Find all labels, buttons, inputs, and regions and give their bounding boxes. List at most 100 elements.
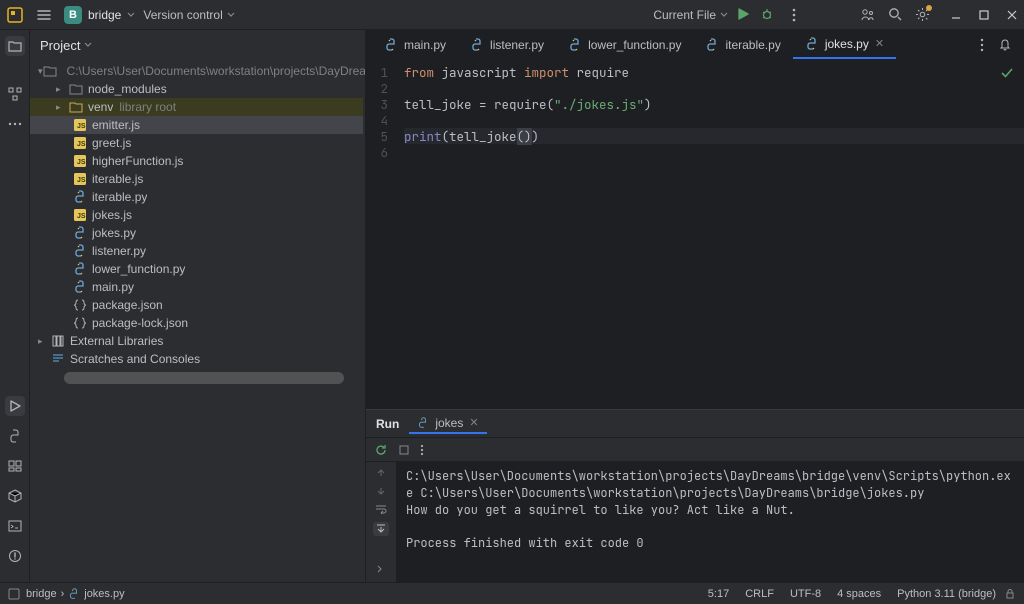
more-tool-icon[interactable] [5, 114, 25, 134]
tree-file[interactable]: main.py [30, 278, 363, 296]
python-file-icon [805, 37, 819, 51]
tree-file[interactable]: JSemitter.js [30, 116, 363, 134]
run-icon[interactable] [736, 7, 752, 23]
python-packages-tool-icon[interactable] [5, 486, 25, 506]
more-icon[interactable] [792, 8, 796, 22]
project-panel-header[interactable]: Project [30, 30, 365, 60]
close-tab-icon[interactable]: ✕ [469, 416, 478, 429]
editor-tab[interactable]: main.py [372, 30, 458, 59]
folder-icon [43, 63, 57, 79]
tree-file[interactable]: package-lock.json [30, 314, 363, 332]
run-panel: Run jokes ✕ [366, 409, 1024, 582]
search-icon[interactable] [888, 7, 903, 22]
project-tree[interactable]: ▾ bridge C:\Users\User\Documents\worksta… [30, 60, 365, 582]
more-run-icon[interactable] [420, 444, 424, 456]
breadcrumb[interactable]: bridge › jokes.py [26, 588, 125, 600]
editor-tab[interactable]: listener.py [458, 30, 556, 59]
py-file-icon [72, 225, 88, 241]
tree-file[interactable]: jokes.py [30, 224, 363, 242]
scroll-to-end-icon[interactable] [373, 522, 389, 536]
python-console-tool-icon[interactable] [5, 426, 25, 446]
project-name: bridge [88, 8, 121, 22]
svg-text:JS: JS [77, 141, 86, 148]
expand-run-icon[interactable] [374, 565, 384, 575]
up-stack-icon[interactable] [376, 468, 386, 478]
maximize-icon[interactable] [978, 9, 990, 21]
debug-icon[interactable] [760, 7, 776, 23]
tree-file[interactable]: listener.py [30, 242, 363, 260]
svg-text:JS: JS [77, 177, 86, 184]
indent-settings[interactable]: 4 spaces [829, 588, 889, 600]
notifications-icon[interactable] [998, 38, 1012, 52]
json-file-icon [72, 297, 88, 313]
rerun-icon[interactable] [374, 443, 388, 457]
version-control-menu[interactable]: Version control [143, 8, 234, 22]
horizontal-scrollbar[interactable] [64, 372, 344, 384]
py-file-icon [72, 279, 88, 295]
services-tool-icon[interactable] [5, 456, 25, 476]
python-interpreter[interactable]: Python 3.11 (bridge) [889, 588, 1004, 600]
structure-tool-icon[interactable] [5, 84, 25, 104]
editor-tab[interactable]: lower_function.py [556, 30, 693, 59]
close-tab-icon[interactable]: ✕ [875, 37, 884, 50]
lock-icon[interactable] [1004, 588, 1016, 600]
file-encoding[interactable]: UTF-8 [782, 588, 829, 600]
problems-tool-icon[interactable] [5, 546, 25, 566]
tree-venv[interactable]: ▸ venv library root [30, 98, 363, 116]
tree-root[interactable]: ▾ bridge C:\Users\User\Documents\worksta… [30, 62, 363, 80]
project-selector[interactable]: B bridge [64, 6, 135, 24]
python-file-icon [705, 38, 719, 52]
chevron-right-icon[interactable]: ▸ [38, 336, 50, 347]
scratches-icon [50, 351, 66, 367]
settings-icon[interactable] [915, 7, 930, 22]
project-tool-icon[interactable] [5, 36, 25, 56]
stop-icon[interactable] [398, 444, 410, 456]
run-tool-icon[interactable] [5, 396, 25, 416]
tree-file[interactable]: package.json [30, 296, 363, 314]
cursor-position[interactable]: 5:17 [700, 588, 737, 600]
project-panel: Project ▾ bridge C:\Users\User\Documents… [30, 30, 366, 582]
js-file-icon: JS [72, 207, 88, 223]
tree-root-path: C:\Users\User\Documents\workstation\proj… [67, 64, 365, 78]
terminal-tool-icon[interactable] [5, 516, 25, 536]
editor-gutter: 123456 [366, 60, 394, 409]
chevron-down-icon [227, 11, 235, 19]
python-file-icon [568, 38, 582, 52]
down-stack-icon[interactable] [376, 486, 386, 496]
tree-file[interactable]: lower_function.py [30, 260, 363, 278]
close-icon[interactable] [1006, 9, 1018, 21]
chevron-right-icon[interactable]: ▸ [56, 84, 68, 95]
run-panel-title: Run [376, 417, 399, 431]
chevron-right-icon[interactable]: ▸ [56, 102, 68, 113]
line-separator[interactable]: CRLF [737, 588, 782, 600]
soft-wrap-icon[interactable] [375, 504, 387, 514]
tab-more-icon[interactable] [980, 38, 984, 52]
nav-back-icon[interactable] [8, 588, 20, 600]
chevron-down-icon [127, 11, 135, 19]
tree-file[interactable]: JSiterable.js [30, 170, 363, 188]
minimize-icon[interactable] [950, 9, 962, 21]
editor-tab[interactable]: iterable.py [693, 30, 792, 59]
run-tab[interactable]: jokes ✕ [409, 414, 486, 434]
tree-file[interactable]: iterable.py [30, 188, 363, 206]
editor-tabs: main.pylistener.pylower_function.pyitera… [366, 30, 1024, 60]
python-file-icon [68, 588, 80, 600]
tree-scratches[interactable]: Scratches and Consoles [30, 350, 363, 368]
editor-tab[interactable]: jokes.py✕ [793, 30, 896, 59]
run-console[interactable]: C:\Users\User\Documents\workstation\proj… [396, 462, 1024, 558]
tree-file[interactable]: JSjokes.js [30, 206, 363, 224]
collaborate-icon[interactable] [860, 7, 876, 23]
run-config-selector[interactable]: Current File [653, 8, 728, 22]
inspection-ok-icon[interactable] [1000, 66, 1014, 80]
tree-node-modules[interactable]: ▸ node_modules [30, 80, 363, 98]
folder-icon [68, 99, 84, 115]
tree-file[interactable]: JSgreet.js [30, 134, 363, 152]
svg-text:JS: JS [77, 159, 86, 166]
status-bar: bridge › jokes.py 5:17 CRLF UTF-8 4 spac… [0, 582, 1024, 604]
settings-update-badge [926, 5, 932, 11]
project-letter-badge: B [64, 6, 82, 24]
tree-file[interactable]: JShigherFunction.js [30, 152, 363, 170]
tree-external-libs[interactable]: ▸ External Libraries [30, 332, 363, 350]
hamburger-menu-icon[interactable] [32, 3, 56, 27]
code-editor[interactable]: 123456 from javascript import require te… [366, 60, 1024, 409]
